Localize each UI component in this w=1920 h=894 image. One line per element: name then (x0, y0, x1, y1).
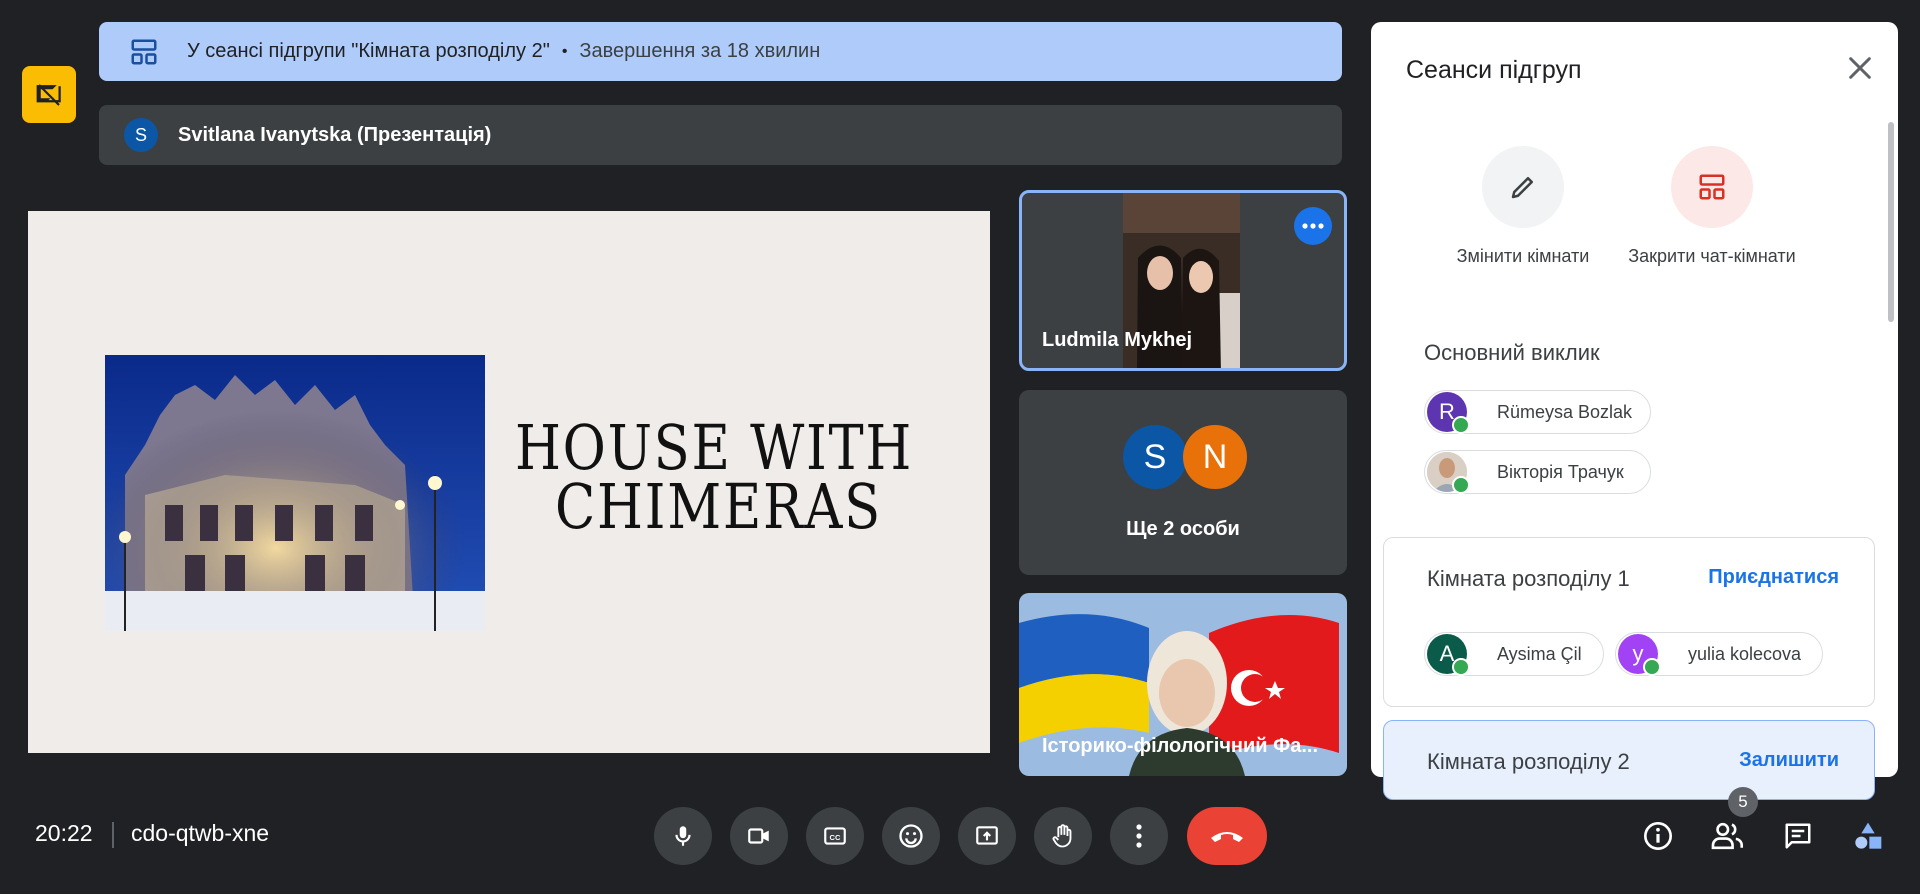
room-name: Кімната розподілу 1 (1427, 566, 1630, 591)
presentation-slide: HOUSE WITH CHIMERAS (28, 211, 990, 753)
captions-button[interactable]: CC (806, 807, 864, 865)
close-rooms-button[interactable]: Закрити чат-кімнати (1612, 146, 1812, 267)
join-room-button[interactable]: Приєднатися (1708, 566, 1839, 589)
participant-chip[interactable]: y yulia kolecova (1615, 632, 1823, 676)
banner-ends-text: Завершення за 18 хвилин (579, 40, 821, 62)
avatar: A (1427, 634, 1470, 676)
avatar: R (1427, 392, 1470, 434)
participant-chip[interactable]: Вікторія Трачук (1424, 450, 1651, 494)
panel-title: Сеанси підгруп (1406, 56, 1582, 84)
main-call-title: Основний виклик (1424, 340, 1600, 365)
participant-name: Вікторія Трачук (1497, 461, 1624, 482)
close-rooms-label: Закрити чат-кімнати (1628, 246, 1796, 266)
presentation-off-badge[interactable] (22, 66, 76, 123)
bottom-divider (112, 822, 114, 848)
breakout-session-banner: У сеансі підгрупи "Кімната розподілу 2" … (99, 22, 1342, 81)
slide-title-line2: CHIMERAS (555, 470, 882, 543)
avatar-initial: y (1632, 641, 1644, 666)
tile-participant-name: Історико-філологічний Фа... (1042, 735, 1319, 757)
avatar: y (1618, 634, 1661, 676)
banner-session-text: У сеансі підгрупи "Кімната розподілу 2" (187, 40, 550, 62)
activities-button[interactable] (1848, 816, 1888, 856)
pencil-icon (1511, 177, 1533, 199)
room-name: Кімната розподілу 2 (1427, 749, 1630, 774)
avatar (1427, 452, 1470, 494)
people-button[interactable] (1708, 816, 1748, 856)
participant-chip[interactable]: R Rümeysa Bozlak (1424, 390, 1651, 434)
participant-avatar-n: N (1183, 425, 1247, 489)
tile-more-options-button[interactable] (1294, 207, 1332, 245)
present-off-icon (36, 83, 61, 106)
house-with-chimeras-photo (105, 355, 485, 631)
panel-scrollbar[interactable] (1888, 122, 1894, 322)
participant-name: yulia kolecova (1688, 643, 1802, 664)
activities-icon (1855, 822, 1882, 849)
more-participants-tile[interactable]: S N Ще 2 особи (1019, 390, 1347, 575)
meeting-details-button[interactable] (1638, 816, 1678, 856)
microphone-button[interactable] (654, 807, 712, 865)
camera-button[interactable] (730, 807, 788, 865)
reactions-button[interactable] (882, 807, 940, 865)
online-status-dot (1643, 658, 1661, 676)
info-icon (1644, 822, 1672, 850)
call-end-icon (1211, 832, 1243, 842)
leave-room-button[interactable]: Залишити (1739, 749, 1839, 772)
participant-chip[interactable]: A Aysima Çil (1424, 632, 1604, 676)
more-horiz-icon (1302, 223, 1324, 229)
breakout-room-1: Кімната розподілу 1 Приєднатися (1383, 537, 1875, 707)
online-status-dot (1452, 416, 1470, 434)
emoji-icon (899, 824, 923, 848)
participant-tile-faculty[interactable]: Історико-філологічний Фа... (1019, 593, 1347, 776)
svg-text:CC: CC (830, 833, 841, 842)
closed-captions-icon: CC (824, 827, 846, 845)
participant-avatar-s: S (1123, 425, 1187, 489)
close-rooms-icon (1699, 174, 1725, 200)
more-options-button[interactable] (1110, 807, 1168, 865)
more-participants-label: Ще 2 особи (1126, 518, 1240, 540)
breakout-rooms-icon (131, 39, 157, 64)
leave-call-button[interactable] (1187, 807, 1267, 865)
online-status-dot (1452, 476, 1470, 494)
more-vert-icon (1136, 824, 1142, 848)
online-status-dot (1452, 658, 1470, 676)
close-icon[interactable] (1844, 52, 1876, 84)
raise-hand-button[interactable] (1034, 807, 1092, 865)
presenter-avatar: S (124, 118, 158, 152)
breakout-room-2: Кімната розподілу 2 Залишити (1383, 720, 1875, 800)
edit-rooms-button[interactable]: Змінити кімнати (1443, 146, 1603, 267)
participant-tile-ludmila[interactable]: Ludmila Mykhej (1019, 190, 1347, 371)
microphone-icon (675, 826, 691, 846)
chat-icon (1785, 823, 1811, 849)
participant-name: Rümeysa Bozlak (1497, 401, 1633, 422)
banner-separator: • (561, 42, 568, 60)
meeting-time: 20:22 (35, 820, 93, 846)
present-to-all-icon (976, 826, 998, 845)
people-icon (1711, 822, 1744, 850)
people-count-badge: 5 (1728, 787, 1758, 817)
chat-button[interactable] (1778, 816, 1818, 856)
meeting-code: cdo-qtwb-xne (131, 820, 270, 846)
hand-icon (1052, 824, 1072, 848)
videocam-icon (748, 828, 769, 844)
presenter-bar: S Svitlana Ivanytska (Презентація) (99, 105, 1342, 165)
presenter-label: Svitlana Ivanytska (Презентація) (178, 123, 492, 146)
tile-participant-name: Ludmila Mykhej (1042, 329, 1193, 351)
edit-rooms-label: Змінити кімнати (1456, 246, 1590, 266)
participant-name: Aysima Çil (1497, 643, 1582, 664)
present-screen-button[interactable] (958, 807, 1016, 865)
